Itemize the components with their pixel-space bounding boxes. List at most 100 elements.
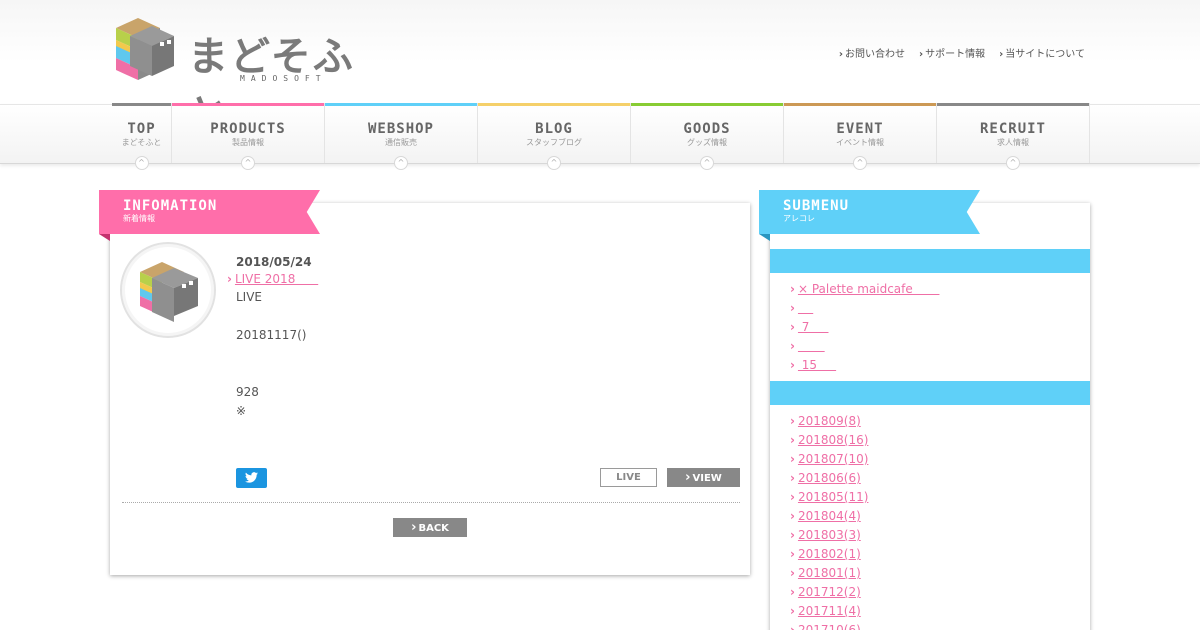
chevron-up-icon: ^ [134, 156, 149, 170]
divider [122, 502, 740, 503]
nav-sublabel: イベント情報 [836, 138, 884, 147]
nav-item-blog[interactable]: BLOG スタッフブログ ^ [478, 103, 631, 170]
nav-label: WEBSHOP [367, 121, 434, 137]
top-link-support[interactable]: サポート情報 [919, 45, 985, 60]
archive-link[interactable]: 201805(11) [798, 490, 868, 504]
archive-item: 201803(3) [790, 526, 868, 545]
archive-link[interactable]: 201802(1) [798, 547, 861, 561]
submenu-links: × Palette maidcafe 7 15 [790, 280, 939, 375]
nav-label: BLOG [535, 121, 573, 137]
submenu-link-item: × Palette maidcafe [790, 280, 939, 299]
nav-label: EVENT [836, 121, 884, 137]
post-line-6: 928 [236, 385, 259, 399]
nav-item-goods[interactable]: GOODS グッズ情報 ^ [631, 103, 784, 170]
cube-logo-icon [116, 18, 174, 80]
archive-item: 201809(8) [790, 412, 868, 431]
nav-label: GOODS [683, 121, 731, 137]
archive-item: 201807(10) [790, 450, 868, 469]
archive-link[interactable]: 201712(2) [798, 585, 861, 599]
nav-label: TOP [127, 121, 156, 137]
submenu-link[interactable] [798, 301, 813, 315]
archive-link[interactable]: 201807(10) [798, 452, 868, 466]
nav-item-webshop[interactable]: WEBSHOP 通信販売 ^ [325, 103, 478, 170]
info-ribbon: INFOMATION 新着情報 [99, 190, 320, 234]
site-logo[interactable]: まどそふと MADOSOFT [112, 18, 392, 138]
top-link-about[interactable]: 当サイトについて [999, 45, 1085, 60]
archive-item: 201710(6) [790, 621, 868, 630]
view-button[interactable]: VIEW [667, 468, 740, 487]
post-line-5 [236, 366, 736, 381]
nav-color-bar [631, 103, 783, 106]
view-button-label: VIEW [692, 473, 722, 484]
submenu-section-header-1 [770, 249, 1090, 273]
archive-link[interactable]: 201808(16) [798, 433, 868, 447]
submenu-section-header-2 [770, 381, 1090, 405]
post: 2018/05/24 LIVE 2018 LIVE 20181117() 928… [235, 255, 736, 419]
archive-link[interactable]: 201711(4) [798, 604, 861, 618]
nav-color-bar [112, 103, 171, 106]
nav-color-bar [478, 103, 630, 106]
submenu-ribbon: SUBMENU アレコレ [759, 190, 980, 234]
chevron-up-icon: ^ [853, 156, 867, 170]
submenu-link[interactable]: 7 [798, 320, 829, 334]
archive-link[interactable]: 201803(3) [798, 528, 861, 542]
nav-color-bar [325, 103, 477, 106]
archive-item: 201712(2) [790, 583, 868, 602]
archive-item: 201711(4) [790, 602, 868, 621]
top-links: お問い合わせ サポート情報 当サイトについて [839, 45, 1085, 60]
nav-item-event[interactable]: EVENT イベント情報 ^ [784, 103, 937, 170]
submenu-ribbon-subtitle: アレコレ [783, 214, 815, 223]
archive-item: 201805(11) [790, 488, 868, 507]
cube-avatar-icon [140, 262, 198, 322]
nav-label: RECRUIT [979, 121, 1046, 137]
post-line-7: ※ [236, 404, 247, 418]
chevron-up-icon: ^ [1006, 156, 1020, 170]
nav-color-bar [937, 103, 1089, 106]
chevron-up-icon: ^ [547, 156, 561, 170]
archive-link[interactable]: 201710(6) [798, 623, 861, 630]
nav-item-recruit[interactable]: RECRUIT 求人情報 ^ [937, 103, 1090, 170]
info-ribbon-subtitle: 新着情報 [123, 214, 155, 223]
submenu-link[interactable]: 15 [798, 358, 836, 372]
nav-sublabel: 求人情報 [997, 138, 1029, 147]
nav-label: PRODUCTS [210, 121, 286, 137]
nav-sublabel: 製品情報 [232, 138, 264, 147]
post-line-3: 20181117() [236, 328, 307, 342]
nav-sublabel: まどそふと [121, 138, 162, 147]
nav-sublabel: スタッフブログ [526, 138, 582, 147]
nav-item-top[interactable]: TOP まどそふと ^ [112, 103, 172, 170]
back-button-label: BACK [418, 523, 449, 534]
live-tag-button[interactable]: LIVE [600, 468, 657, 487]
submenu-link-item: 15 [790, 356, 939, 375]
chevron-up-icon: ^ [700, 156, 714, 170]
nav-sublabel: 通信販売 [385, 138, 417, 147]
submenu-link[interactable]: × Palette maidcafe [798, 282, 940, 296]
nav-item-products[interactable]: PRODUCTS 製品情報 ^ [172, 103, 325, 170]
archive-item: 201808(16) [790, 431, 868, 450]
main-nav: TOP まどそふと ^ PRODUCTS 製品情報 ^ WEBSHOP 通信販売 ^ BLOG スタ… [112, 103, 1090, 170]
archive-link[interactable]: 201801(1) [798, 566, 861, 580]
top-link-contact[interactable]: お問い合わせ [839, 45, 905, 60]
post-line-4 [236, 347, 736, 362]
brand-sub: MADOSOFT [240, 74, 327, 83]
nav-color-bar [172, 103, 324, 106]
archive-link[interactable]: 201804(4) [798, 509, 861, 523]
archive-item: 201804(4) [790, 507, 868, 526]
post-line-2 [236, 309, 736, 324]
archive-item: 201806(6) [790, 469, 868, 488]
archive-link[interactable]: 201809(8) [798, 414, 861, 428]
submenu-link[interactable] [798, 339, 825, 353]
archive-item: 201802(1) [790, 545, 868, 564]
submenu-link-item [790, 299, 939, 318]
archive-link[interactable]: 201806(6) [798, 471, 861, 485]
submenu-link-item [790, 337, 939, 356]
submenu-link-item: 7 [790, 318, 939, 337]
chevron-up-icon: ^ [394, 156, 408, 170]
twitter-bird-icon [245, 472, 258, 483]
twitter-share-button[interactable] [236, 468, 267, 488]
chevron-up-icon: ^ [241, 156, 255, 170]
back-button[interactable]: BACK [393, 518, 467, 537]
post-title-link[interactable]: LIVE 2018 [235, 272, 736, 286]
nav-sublabel: グッズ情報 [687, 138, 727, 147]
post-line-1: LIVE [236, 290, 263, 304]
